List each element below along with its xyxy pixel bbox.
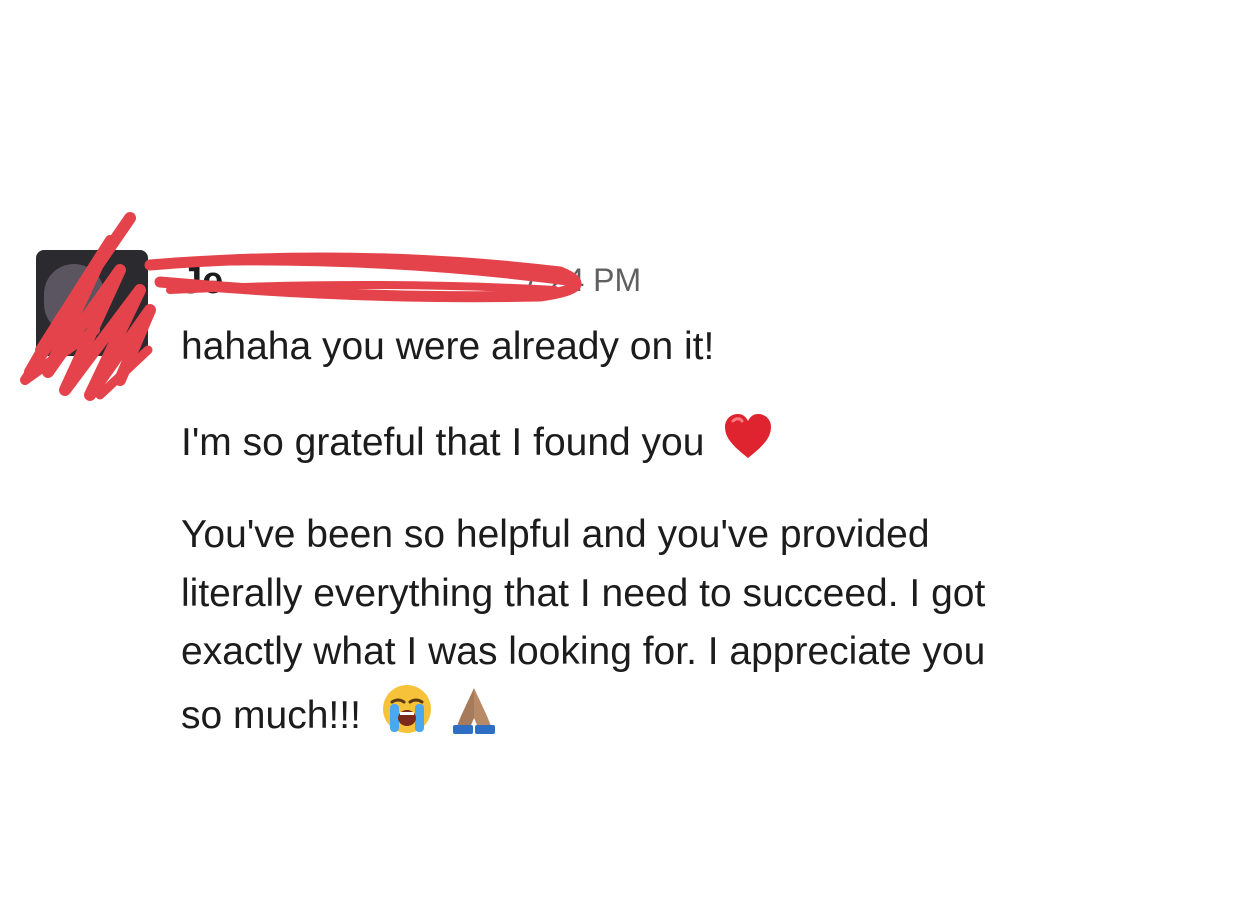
paragraph-line-3: exactly what I was looking for. I apprec… [181, 630, 986, 673]
message-line-2: I'm so grateful that I found you [181, 412, 773, 477]
paragraph-line-4: so much!!! [181, 682, 985, 754]
red-heart-icon [723, 412, 773, 477]
message-timestamp[interactable]: 7:24 PM [522, 262, 641, 299]
paragraph-line-2: literally everything that I need to succ… [181, 571, 986, 615]
message-line-1: hahaha you were already on it! [181, 325, 715, 368]
message-paragraph: You've been so helpful and you've provid… [181, 506, 985, 753]
sender-name[interactable]: Je [181, 260, 223, 303]
chat-message: Je 7:24 PM hahaha you were already on it… [0, 0, 1242, 900]
paragraph-line-1: You've been so helpful and you've provid… [181, 513, 930, 556]
avatar-photo [44, 264, 104, 334]
loudly-crying-face-icon [380, 682, 434, 754]
message-line-2-text: I'm so grateful that I found you [181, 420, 705, 464]
paragraph-line-4-text: so much!!! [181, 693, 361, 737]
sender-avatar[interactable] [36, 250, 148, 356]
folded-hands-icon [447, 682, 501, 754]
